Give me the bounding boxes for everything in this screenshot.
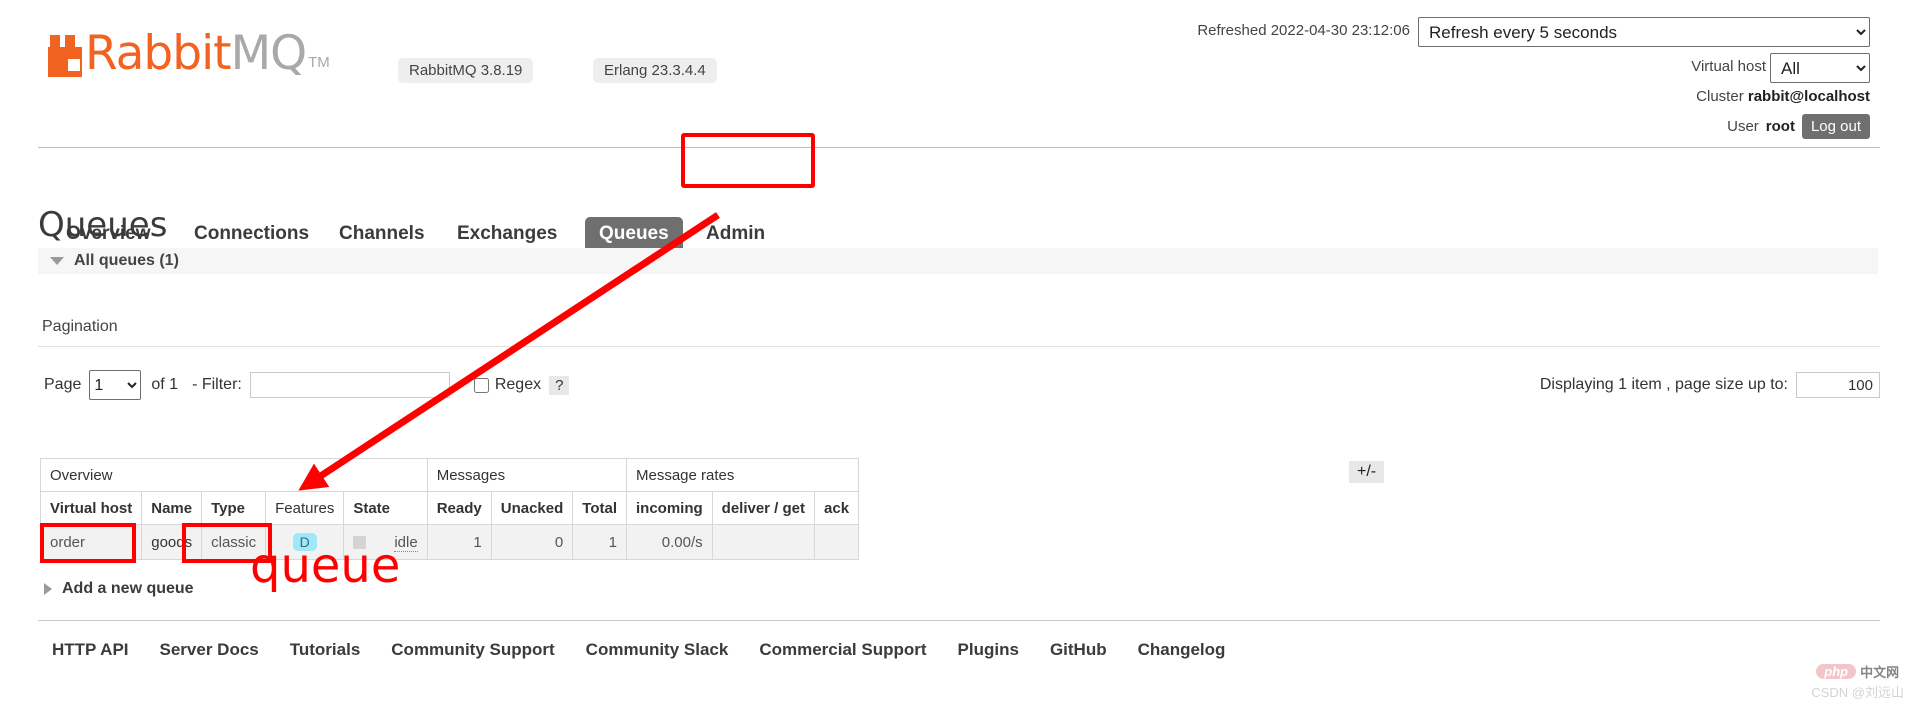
cell-type: classic: [201, 524, 267, 560]
main-navigation: Overview Connections Channels Exchanges Queu…: [0, 107, 1918, 251]
footer-links: HTTP API Server Docs Tutorials Community Su…: [52, 640, 1225, 660]
pagination-divider: [38, 346, 1880, 347]
page-total-label: of 1: [151, 376, 179, 393]
table-group-header: Overview: [40, 458, 428, 492]
cell-queue-name[interactable]: goods: [141, 524, 203, 560]
state-text: idle: [394, 533, 418, 552]
watermark: php 中文网 CSDN @刘远山: [1811, 662, 1904, 701]
queues-table: Overview Messages Message rates Virtual ho…: [39, 458, 860, 560]
queues-table-head: Overview Messages Message rates Virtual ho…: [39, 458, 860, 525]
footer-link-plugins[interactable]: Plugins: [958, 640, 1019, 660]
nav-item-channels[interactable]: Channels: [325, 217, 439, 251]
top-header-bar: RabbitMQ TM RabbitMQ 3.8.19 Erlang 23.3.…: [0, 0, 1918, 182]
cluster-value: rabbit@localhost: [1747, 88, 1870, 105]
erlang-version-badge: Erlang 23.3.4.4: [593, 58, 717, 83]
table-column-header[interactable]: Type: [201, 491, 267, 525]
durable-feature-badge: D: [292, 533, 317, 551]
nav-item-admin[interactable]: Admin: [692, 217, 779, 251]
regex-checkbox[interactable]: [473, 377, 489, 393]
footer-link-http-api[interactable]: HTTP API: [52, 640, 129, 660]
table-column-header[interactable]: Features: [265, 491, 345, 525]
table-group-header-row: Overview Messages Message rates: [40, 458, 860, 492]
chevron-right-icon: [44, 583, 52, 595]
footer-link-server-docs[interactable]: Server Docs: [160, 640, 259, 660]
page-number-select[interactable]: 1: [89, 370, 142, 400]
table-group-header: Message rates: [625, 458, 860, 492]
virtual-host-select[interactable]: All: [1770, 53, 1870, 83]
add-queue-label: Add a new queue: [62, 580, 194, 597]
nav-underline: [38, 147, 1880, 148]
page-label: Page: [44, 376, 82, 393]
footer-link-changelog[interactable]: Changelog: [1138, 640, 1226, 660]
footer-link-community-support[interactable]: Community Support: [391, 640, 554, 660]
watermark-cn-text: 中文网: [1860, 665, 1900, 680]
all-queues-section-header[interactable]: All queues (1): [38, 248, 1878, 274]
cell-state: idle: [343, 524, 428, 560]
refresh-interval-select[interactable]: Refresh every 5 seconds: [1418, 17, 1870, 47]
cell-unacked: 0: [490, 524, 574, 560]
table-column-header[interactable]: Unacked: [490, 491, 574, 525]
nav-item-exchanges[interactable]: Exchanges: [443, 217, 571, 251]
table-column-header[interactable]: Ready: [426, 491, 492, 525]
cell-total: 1: [572, 524, 627, 560]
cell-features: D: [265, 524, 345, 560]
footer-link-commercial-support[interactable]: Commercial Support: [759, 640, 926, 660]
queues-table-body: order goods classic Didle 1 0 1 0.00/s: [39, 524, 860, 560]
rabbit-logo-icon: [48, 35, 82, 77]
page-title: Queues: [38, 205, 168, 245]
displaying-info: Displaying 1 item , page size up to:: [1540, 372, 1880, 398]
add-a-new-queue-toggle[interactable]: Add a new queue: [44, 580, 194, 598]
watermark-logo: php 中文网: [1811, 662, 1904, 681]
table-column-header[interactable]: incoming: [625, 491, 713, 525]
nav-item-queues[interactable]: Queues: [585, 217, 683, 251]
watermark-credit: CSDN @刘远山: [1811, 685, 1904, 700]
rabbitmq-logo[interactable]: RabbitMQ TM: [48, 30, 330, 77]
footer-link-community-slack[interactable]: Community Slack: [586, 640, 729, 660]
cell-virtual-host: order: [39, 524, 143, 560]
regex-help-icon[interactable]: ?: [549, 375, 570, 395]
table-column-header[interactable]: deliver / get: [711, 491, 816, 525]
table-column-header[interactable]: Name: [141, 491, 203, 525]
page-size-input[interactable]: [1796, 372, 1880, 398]
footer-link-tutorials[interactable]: Tutorials: [290, 640, 361, 660]
table-row[interactable]: order goods classic Didle 1 0 1 0.00/s: [39, 524, 860, 560]
rabbitmq-version-badge: RabbitMQ 3.8.19: [398, 58, 534, 83]
virtual-host-label: Virtual host: [1691, 58, 1766, 75]
footer-link-github[interactable]: GitHub: [1050, 640, 1107, 660]
logo-word-mq: MQ: [230, 26, 308, 81]
pagination-heading: Pagination: [42, 318, 118, 335]
watermark-php-badge: php: [1816, 664, 1857, 679]
logo-word-rabbit: Rabbit: [85, 26, 232, 81]
logo-wordmark: RabbitMQ: [85, 30, 307, 77]
table-column-header[interactable]: Total: [572, 491, 627, 525]
logo-trademark: TM: [308, 54, 330, 71]
table-column-header[interactable]: ack: [814, 491, 860, 525]
cell-incoming: 0.00/s: [625, 524, 713, 560]
cell-ack: [814, 524, 860, 560]
column-toggle-button[interactable]: +/-: [1349, 461, 1385, 483]
cell-ready: 1: [426, 524, 492, 560]
cell-deliver-get: [711, 524, 816, 560]
filter-input[interactable]: [249, 372, 450, 398]
table-column-header-row: Virtual host Name Type Features State Ready Un…: [39, 491, 860, 525]
footer-divider: [38, 620, 1880, 621]
cluster-label: Cluster: [1696, 88, 1744, 105]
table-group-header: Messages: [426, 458, 627, 492]
cluster-info: Cluster rabbit@localhost: [1696, 88, 1870, 105]
refreshed-timestamp: Refreshed 2022-04-30 23:12:06: [1197, 22, 1410, 39]
table-column-header[interactable]: State: [343, 491, 428, 525]
filter-label: - Filter:: [192, 376, 242, 393]
all-queues-label: All queues (1): [74, 252, 179, 269]
chevron-down-icon: [50, 257, 64, 265]
pagination-controls: Page 1 of 1 - Filter: Regex ?: [44, 370, 570, 400]
table-column-header[interactable]: Virtual host: [39, 491, 143, 525]
state-color-swatch: [353, 536, 367, 550]
nav-item-connections[interactable]: Connections: [180, 217, 323, 251]
displaying-label: Displaying 1 item , page size up to:: [1539, 376, 1788, 393]
regex-label: Regex: [494, 376, 542, 393]
